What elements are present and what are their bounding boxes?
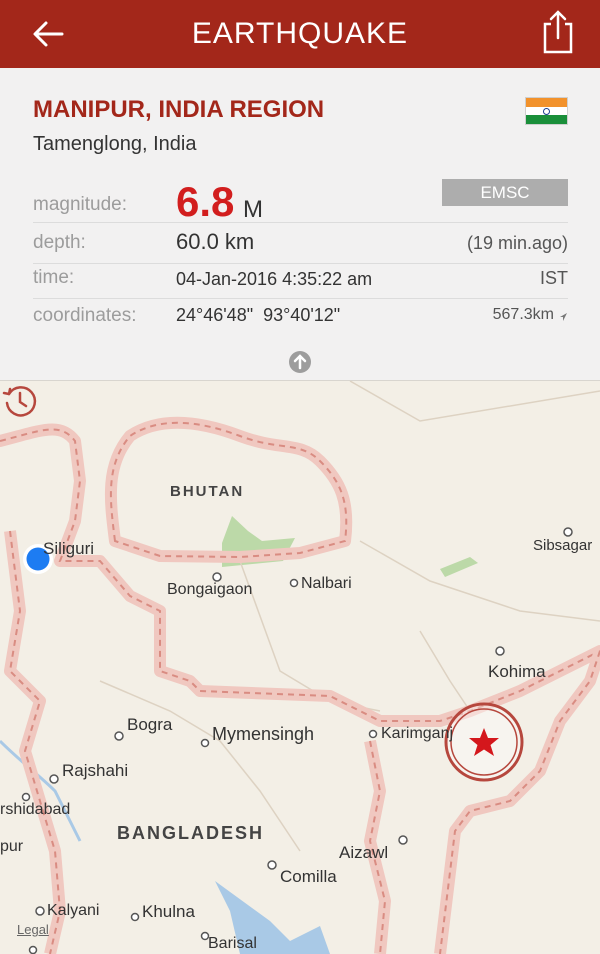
map-label-karimganj: Karimganj [381, 725, 454, 742]
map-label-khulna: Khulna [142, 902, 195, 921]
map-label-mymensingh: Mymensingh [212, 724, 315, 744]
map-label-comilla: Comilla [280, 867, 337, 886]
map-label-bongaigaon: Bongaigaon [167, 581, 253, 598]
map-label-aizawl: Aizawl [339, 843, 389, 862]
map-label-bhutan: BHUTAN [170, 483, 245, 500]
time-label: time: [33, 267, 75, 288]
time-value: 04-Jan-2016 4:35:22 am [176, 269, 373, 289]
map-label-rajshahi: Rajshahi [62, 761, 129, 780]
map-label-nalbari: Nalbari [301, 575, 352, 592]
magnitude-row: magnitude: 6.8 M EMSC [33, 178, 568, 225]
time-ago: (19 min.ago) [466, 233, 568, 253]
map-label-sibsagar: Sibsagar [533, 537, 593, 554]
map-label-kalyani: Kalyani [47, 902, 100, 919]
quake-details-panel: MANIPUR, INDIA REGION Tamenglong, India … [0, 68, 600, 381]
india-flag-icon [525, 97, 568, 125]
map-label-siliguri: Siliguri [43, 539, 95, 558]
coordinates-row: coordinates: 24°46'48" 93°40'12" 567.3km [33, 305, 568, 336]
map-label-kohima: Kohima [488, 662, 546, 681]
magnitude-label: magnitude: [33, 194, 128, 215]
depth-label: depth: [33, 232, 86, 253]
legal-link[interactable]: Legal [17, 922, 49, 937]
source-badge[interactable]: EMSC [442, 179, 568, 206]
history-icon[interactable] [0, 381, 40, 421]
direction-arrow-icon [560, 313, 567, 321]
share-icon[interactable] [540, 8, 576, 56]
map-label-murshidabad: rshidabad [0, 801, 71, 818]
time-row: time: 04-Jan-2016 4:35:22 am IST [33, 267, 568, 299]
page-title: EARTHQUAKE [191, 17, 409, 50]
map-view[interactable]: BHUTAN Siliguri Sibsagar Bongaigaon Nalb… [0, 381, 600, 954]
epicenter-star-icon[interactable] [443, 701, 525, 783]
region-title: MANIPUR, INDIA REGION [33, 96, 325, 123]
map-label-bangladesh: BANGLADESH [117, 823, 265, 843]
magnitude-unit: M [243, 196, 263, 223]
depth-value: 60.0 km [176, 229, 255, 254]
app-header: EARTHQUAKE [0, 0, 600, 68]
magnitude-value: 6.8 [176, 178, 235, 225]
map-label-pur: pur [0, 838, 24, 855]
place-name: Tamenglong, India [33, 133, 197, 155]
depth-row: depth: 60.0 km (19 min.ago) [33, 229, 568, 264]
distance-value: 567.3km [492, 306, 554, 323]
coordinates-label: coordinates: [33, 305, 137, 326]
timezone: IST [539, 268, 568, 288]
collapse-up-icon[interactable] [288, 350, 312, 374]
map-label-bogra: Bogra [127, 715, 173, 734]
map-label-barisal: Barisal [208, 935, 257, 952]
coordinates-value: 24°46'48" 93°40'12" [176, 305, 341, 325]
